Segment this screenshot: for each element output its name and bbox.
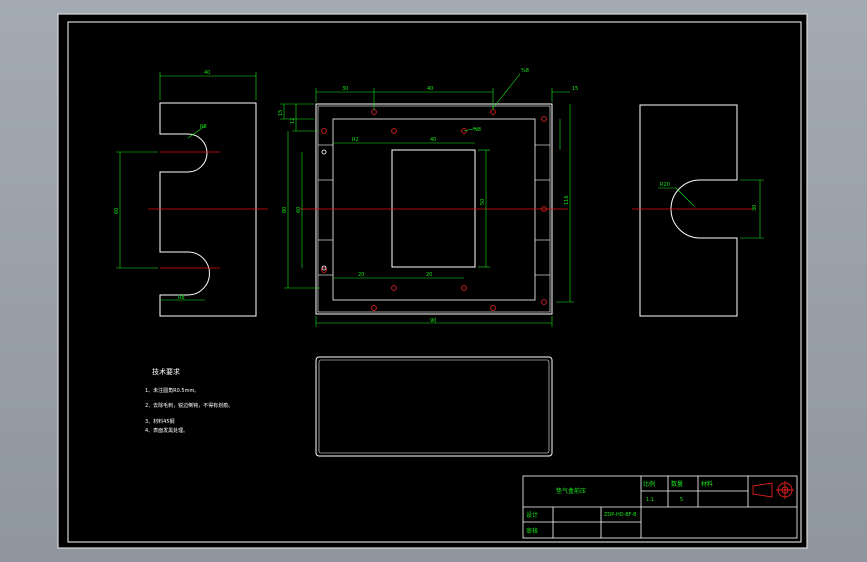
dim-hole-tag: %8 bbox=[521, 68, 529, 74]
dim-small-b: 12 bbox=[290, 118, 296, 124]
dim-left-width: 40 bbox=[204, 70, 210, 76]
dim-height-outer: 80 bbox=[282, 207, 288, 213]
notes-title: 技术要求 bbox=[152, 367, 180, 376]
dim-inner-a: R2 bbox=[352, 137, 359, 143]
dim-height-inner: 60 bbox=[296, 207, 302, 213]
part-name: 垫气盒前压 bbox=[556, 487, 586, 495]
dim-right-height: 30 bbox=[752, 205, 758, 211]
notes-line-4: 4、表面发黑处理。 bbox=[145, 427, 188, 434]
checker-label: 审核 bbox=[526, 527, 538, 535]
dim-inner-c: %8 bbox=[473, 127, 481, 133]
notes-line-1: 1、未注圆角R0.5mm。 bbox=[145, 387, 199, 394]
dim-left-radius: R8 bbox=[200, 124, 207, 130]
scale-value: 1:1 bbox=[646, 497, 654, 503]
dim-right-radius: R20 bbox=[660, 182, 670, 188]
dim-inner-b: 40 bbox=[430, 137, 436, 143]
dim-bottom-a: 20 bbox=[358, 272, 364, 278]
drawing-code: ZDP-HD-BF-B bbox=[604, 512, 637, 518]
dim-right-offset: 15 bbox=[572, 86, 578, 92]
dim-left-height: 60 bbox=[114, 208, 120, 214]
notes-line-3: 3、材料45钢 bbox=[145, 418, 175, 425]
material-label: 材料 bbox=[701, 480, 713, 488]
qty-value: 5 bbox=[680, 497, 683, 503]
cad-viewport: 40 R8 60 R8 30 40 %8 15 15 12 R2 40 %8 8… bbox=[0, 0, 867, 562]
dim-right-tall: 116 bbox=[564, 195, 570, 205]
dim-bottom-b: 20 bbox=[426, 272, 432, 278]
dim-window-h: 50 bbox=[480, 199, 486, 205]
dim-top-mid: 40 bbox=[427, 86, 433, 92]
qty-label: 数量 bbox=[671, 480, 683, 488]
dim-bottom-total: 90 bbox=[430, 318, 436, 324]
scale-label: 比例 bbox=[643, 480, 655, 488]
sheet-border bbox=[57, 13, 808, 549]
notes-line-2: 2、去除毛刺，锐边倒钝，不得有划痕。 bbox=[145, 402, 233, 409]
dim-top-left: 30 bbox=[342, 86, 348, 92]
dim-left-slot: R8 bbox=[178, 295, 185, 301]
designer-label: 设计 bbox=[526, 511, 538, 519]
drawing-canvas: 40 R8 60 R8 30 40 %8 15 15 12 R2 40 %8 8… bbox=[57, 13, 808, 549]
dim-small-a: 15 bbox=[278, 110, 284, 116]
